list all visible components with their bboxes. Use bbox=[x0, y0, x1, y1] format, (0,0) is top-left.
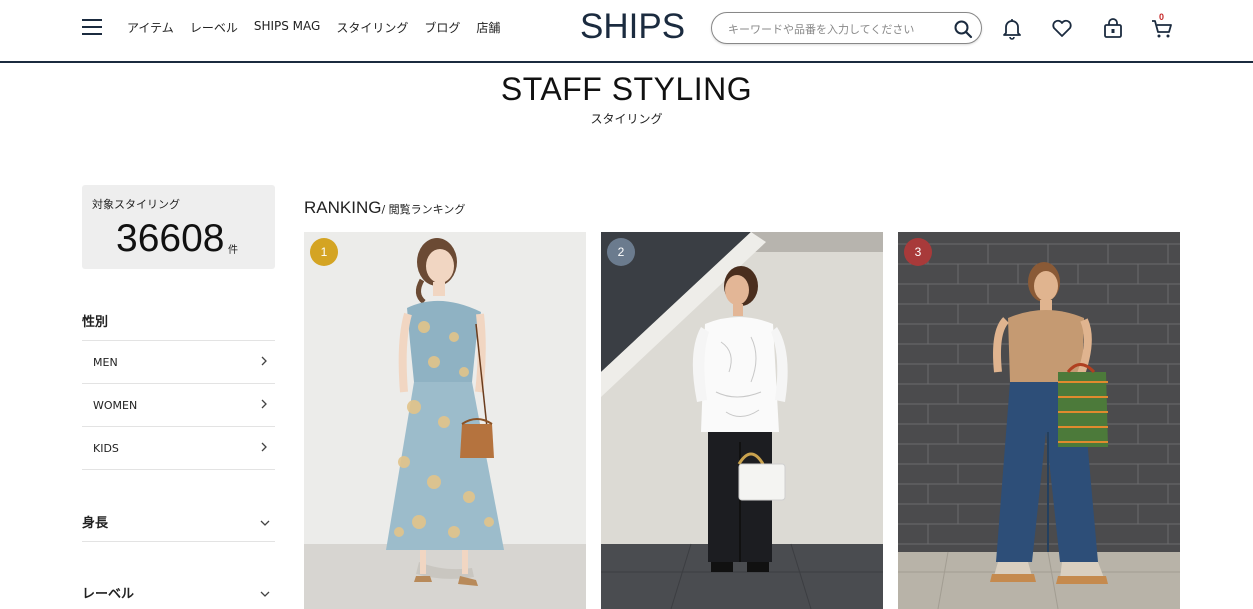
site-header: アイテム レーベル SHIPS MAG スタイリング ブログ 店舗 SHIPS … bbox=[0, 0, 1253, 63]
filter-item-label: WOMEN bbox=[93, 399, 138, 412]
nav-item-blog[interactable]: ブログ bbox=[424, 19, 460, 36]
search-box bbox=[711, 12, 982, 44]
count-unit: 件 bbox=[228, 245, 238, 256]
rank-badge: 2 bbox=[607, 238, 635, 266]
label-filter-title: レーベル bbox=[82, 587, 135, 602]
page-subtitle: スタイリング bbox=[590, 112, 663, 126]
cart-icon[interactable]: 0 bbox=[1150, 12, 1174, 40]
count-label: 対象スタイリング bbox=[92, 198, 180, 211]
height-filter-toggle[interactable]: 身長 bbox=[82, 512, 275, 552]
hamburger-menu-icon[interactable] bbox=[82, 17, 102, 35]
ranking-title: RANKING bbox=[304, 198, 382, 217]
lock-bag-icon[interactable] bbox=[1101, 16, 1125, 40]
chevron-down-icon bbox=[260, 520, 270, 526]
label-filter-toggle[interactable]: レーベル bbox=[82, 583, 275, 609]
height-filter-title: 身長 bbox=[82, 516, 109, 531]
search-input[interactable] bbox=[728, 20, 943, 38]
page-title: STAFF STYLING bbox=[500, 71, 753, 107]
filter-item-women[interactable]: WOMEN bbox=[82, 383, 275, 426]
divider bbox=[82, 541, 275, 542]
nav-item-items[interactable]: アイテム bbox=[127, 19, 174, 36]
nav-item-labels[interactable]: レーベル bbox=[190, 19, 238, 36]
ranking-subtitle: / 閲覧ランキング bbox=[381, 203, 466, 216]
global-nav: アイテム レーベル SHIPS MAG スタイリング ブログ 店舗 bbox=[127, 19, 516, 36]
filter-item-label: KIDS bbox=[93, 442, 119, 455]
rank-badge: 1 bbox=[310, 238, 338, 266]
styling-photo bbox=[898, 232, 1180, 609]
filter-item-kids[interactable]: KIDS bbox=[82, 426, 275, 469]
ranking-card-3[interactable]: 3 bbox=[898, 232, 1180, 609]
styling-photo bbox=[601, 232, 883, 609]
bell-icon[interactable] bbox=[1000, 16, 1024, 40]
chevron-right-icon bbox=[261, 356, 267, 366]
styling-count-box: 対象スタイリング 36608 件 bbox=[82, 185, 275, 269]
filter-item-men[interactable]: MEN bbox=[82, 340, 275, 383]
gender-filter-title: 性別 bbox=[82, 315, 109, 330]
nav-item-styling[interactable]: スタイリング bbox=[336, 19, 408, 36]
ranking-card-2[interactable]: 2 bbox=[601, 232, 883, 609]
filter-item-label: MEN bbox=[93, 356, 118, 369]
cart-count-badge: 0 bbox=[1159, 12, 1165, 22]
search-icon[interactable] bbox=[953, 19, 973, 39]
divider bbox=[82, 469, 275, 470]
rank-badge: 3 bbox=[904, 238, 932, 266]
count-value: 36608 bbox=[116, 217, 225, 260]
nav-item-ships-mag[interactable]: SHIPS MAG bbox=[254, 19, 321, 36]
ranking-card-1[interactable]: 1 bbox=[304, 232, 586, 609]
ships-logo[interactable]: SHIPS bbox=[580, 7, 685, 47]
heart-icon[interactable] bbox=[1050, 16, 1074, 40]
chevron-down-icon bbox=[260, 591, 270, 597]
chevron-right-icon bbox=[261, 442, 267, 452]
ranking-heading: RANKING/ 閲覧ランキング bbox=[304, 198, 465, 218]
nav-item-stores[interactable]: 店舗 bbox=[476, 19, 500, 36]
styling-photo bbox=[304, 232, 586, 609]
chevron-right-icon bbox=[261, 399, 267, 409]
